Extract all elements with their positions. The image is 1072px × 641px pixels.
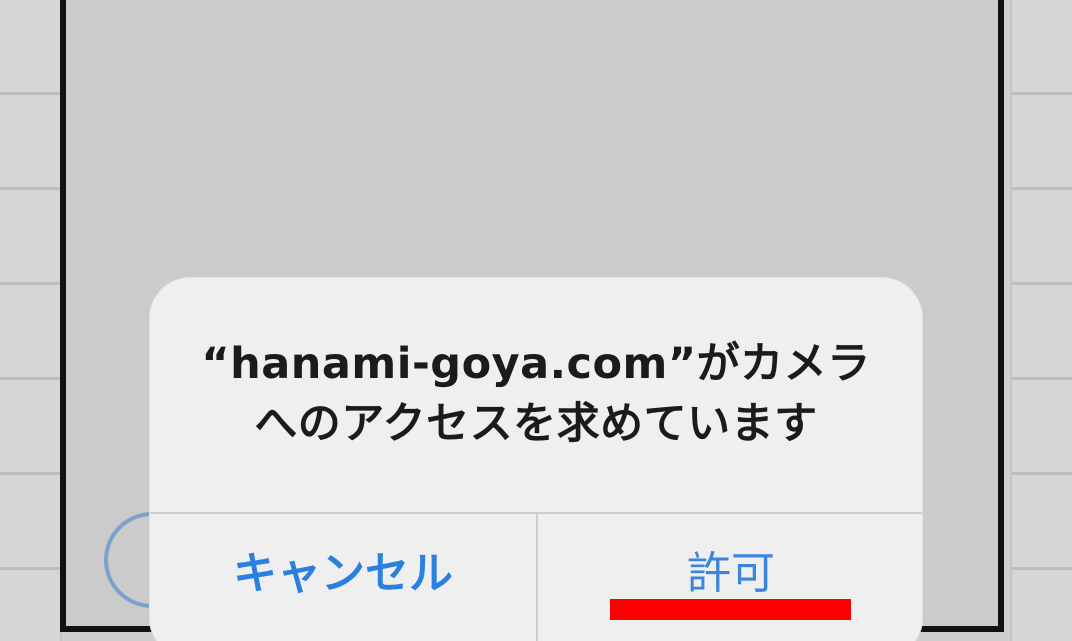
camera-permission-alert: “hanami-goya.com”がカメラ へのアクセスを求めています キャンセ…	[150, 278, 922, 641]
background-grid-right	[1010, 0, 1072, 641]
alert-message: “hanami-goya.com”がカメラ へのアクセスを求めています	[150, 334, 922, 454]
screenshot-scene: “hanami-goya.com”がカメラ へのアクセスを求めています キャンセ…	[0, 0, 1072, 641]
background-grid-left	[0, 0, 62, 641]
alert-message-line-2: へのアクセスを求めています	[254, 399, 818, 449]
alert-message-line-1: “hanami-goya.com”がカメラ	[201, 339, 871, 389]
allow-highlight-underline	[610, 599, 851, 620]
cancel-button[interactable]: キャンセル	[150, 514, 536, 624]
